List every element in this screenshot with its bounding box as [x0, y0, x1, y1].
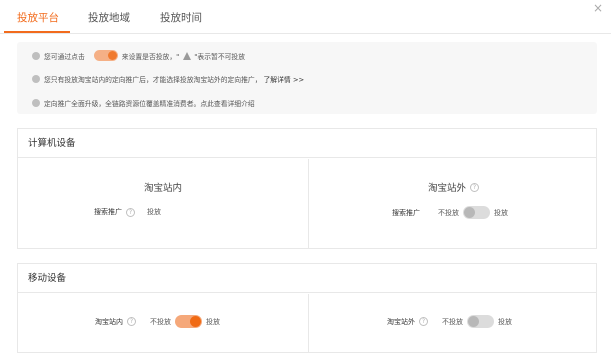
search-promo-row: 搜索推广 不投放 投放	[392, 206, 508, 219]
info-icon	[32, 75, 40, 83]
off-label: 不投放	[438, 208, 459, 217]
row-label: 淘宝站内	[95, 317, 123, 326]
panel-title: 计算机设备	[18, 129, 596, 158]
help-icon[interactable]: ?	[127, 317, 136, 326]
notice-line-2: 您只有投放淘宝站内的定向推广后，才能选择投放淘宝站外的定向推广， 了解详情 >>	[32, 74, 304, 84]
mobile-outside-row: 淘宝站外 ? 不投放 投放	[387, 315, 512, 328]
help-icon[interactable]: ?	[470, 182, 479, 192]
tab-region[interactable]: 投放地域	[88, 10, 130, 25]
info-icon	[32, 99, 40, 107]
tab-time[interactable]: 投放时间	[160, 10, 202, 25]
status-text: 投放	[147, 208, 161, 216]
mobile-inside-row: 淘宝站内 ? 不投放 投放	[95, 315, 220, 328]
on-label: 投放	[494, 208, 508, 217]
search-promo-row: 搜索推广 ? 投放	[94, 207, 161, 217]
row-label: 搜索推广	[94, 208, 122, 216]
on-label: 投放	[206, 317, 220, 326]
info-icon	[32, 51, 40, 60]
column-title: 淘宝站外 ?	[309, 180, 598, 194]
close-icon[interactable]: ×	[593, 2, 603, 14]
row-label: 搜索推广	[392, 208, 420, 217]
mobile-devices-panel: 移动设备 淘宝站内 ? 不投放 投放 淘宝站外 ? 不投放 投放	[17, 263, 597, 353]
notice-line-1: 您可通过点击 来设置是否投放，" "表示暂不可投放	[32, 50, 245, 61]
notice-text: 来设置是否投放，"	[121, 52, 180, 61]
tab-bar: 投放平台 投放地域 投放时间	[0, 0, 611, 34]
toggle-example-icon	[93, 50, 118, 61]
taobao-outside-column: 淘宝站外 ? 搜索推广 不投放 投放	[308, 159, 598, 248]
placement-toggle[interactable]	[463, 206, 490, 219]
active-tab-indicator	[4, 31, 70, 33]
help-icon[interactable]: ?	[419, 317, 428, 326]
on-label: 投放	[498, 317, 512, 326]
off-label: 不投放	[442, 317, 463, 326]
off-label: 不投放	[150, 317, 171, 326]
learn-more-link[interactable]: 了解详情 >>	[264, 74, 305, 84]
notice-text: 您只有投放淘宝站内的定向推广后，才能选择投放淘宝站外的定向推广，	[44, 76, 262, 84]
column-title: 淘宝站内	[18, 180, 308, 194]
computer-devices-panel: 计算机设备 淘宝站内 搜索推广 ? 投放 淘宝站外 ? 搜索推广 不投放 投放	[17, 128, 597, 249]
notice-text: 您可通过点击	[44, 52, 85, 61]
taobao-inside-column: 淘宝站内 ? 不投放 投放	[18, 294, 308, 352]
column-title-text: 淘宝站内	[143, 183, 182, 194]
notice-text[interactable]: 定向推广全面升级，全链路资源位覆盖精准消费者。点此查看详细介绍	[44, 98, 255, 108]
placement-toggle[interactable]	[467, 315, 494, 328]
notice-box: 您可通过点击 来设置是否投放，" "表示暂不可投放 您只有投放淘宝站内的定向推广…	[17, 42, 597, 114]
placement-toggle[interactable]	[175, 315, 202, 328]
help-icon[interactable]: ?	[126, 207, 135, 217]
tab-platform[interactable]: 投放平台	[17, 10, 59, 25]
notice-line-3: 定向推广全面升级，全链路资源位覆盖精准消费者。点此查看详细介绍	[32, 98, 255, 108]
column-title-text: 淘宝站外	[427, 183, 466, 194]
warning-icon	[183, 51, 192, 60]
row-label: 淘宝站外	[387, 317, 415, 326]
taobao-outside-column: 淘宝站外 ? 不投放 投放	[308, 294, 598, 352]
notice-text: "表示暂不可投放	[194, 52, 246, 61]
panel-title: 移动设备	[18, 264, 596, 293]
taobao-inside-column: 淘宝站内 搜索推广 ? 投放	[18, 159, 308, 248]
